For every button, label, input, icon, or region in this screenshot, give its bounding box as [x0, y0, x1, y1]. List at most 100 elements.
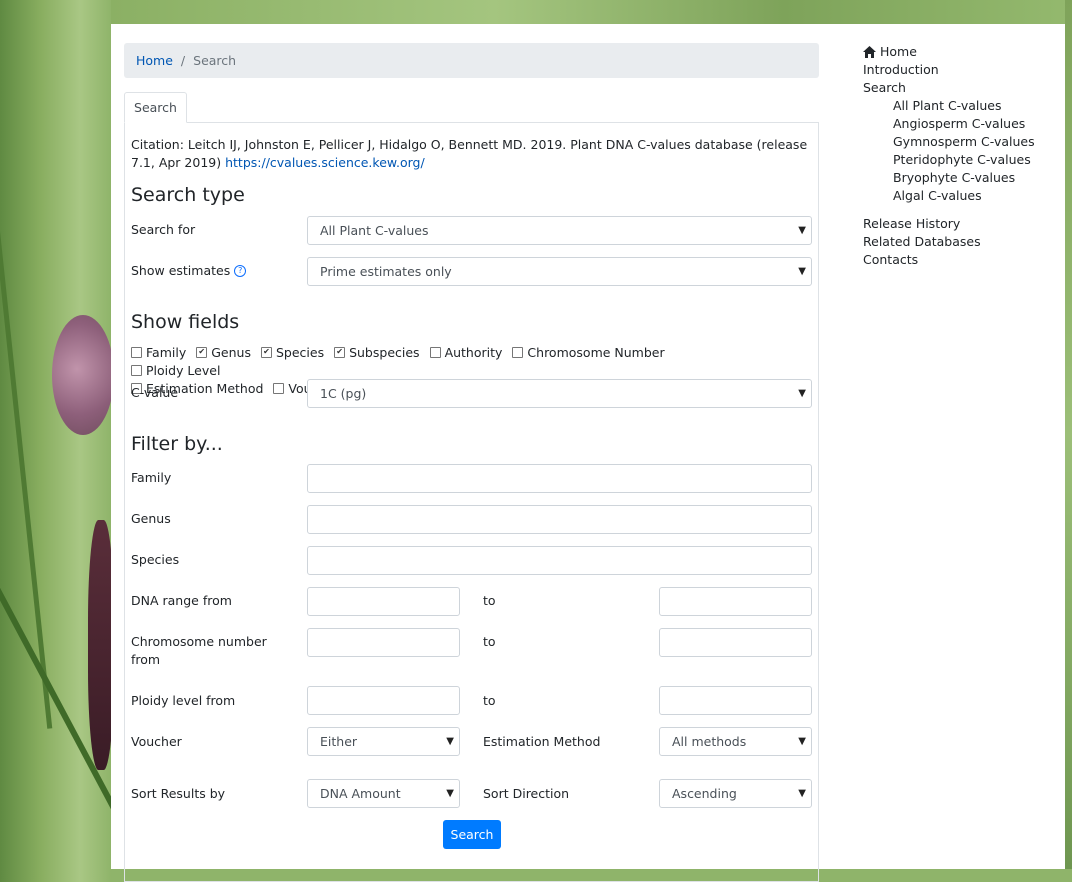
field-checkbox-item[interactable]: Ploidy Level — [131, 361, 220, 379]
show-fields-heading: Show fields — [131, 311, 240, 333]
genus-input[interactable] — [307, 505, 812, 534]
checkbox-unchecked[interactable] — [131, 346, 142, 358]
cvalue-label: C-value — [131, 385, 179, 400]
chevron-down-icon: ▼ — [446, 736, 454, 747]
sidebar-item-introduction[interactable]: Introduction — [863, 61, 1035, 79]
breadcrumb-home-link[interactable]: Home — [136, 53, 173, 68]
sidebar-item-all-plant[interactable]: All Plant C-values — [863, 97, 1035, 115]
checkbox-unchecked[interactable] — [131, 364, 142, 376]
field-checkbox-label: Chromosome Number — [527, 344, 665, 360]
family-input[interactable] — [307, 464, 812, 493]
chromosome-to-input[interactable] — [659, 628, 812, 657]
sidebar-item-search[interactable]: Search — [863, 79, 1035, 97]
cvalue-select[interactable]: 1C (pg) ▼ — [307, 379, 812, 408]
ploidy-to-input[interactable] — [659, 686, 812, 715]
sidebar-item-pteridophyte[interactable]: Pteridophyte C-values — [863, 151, 1035, 169]
field-checkbox-item[interactable]: Family — [131, 343, 186, 361]
chevron-down-icon: ▼ — [798, 736, 806, 747]
estimation-method-select[interactable]: All methods ▼ — [659, 727, 812, 756]
search-button[interactable]: Search — [443, 820, 501, 849]
checkbox-checked[interactable]: ✔ — [196, 346, 208, 358]
field-checkbox-item[interactable]: ✔ Species — [260, 343, 325, 361]
field-checkbox-label: Genus — [211, 344, 251, 360]
show-estimates-label-row: Show estimates ? — [131, 262, 247, 280]
chromosome-label: Chromosome number from — [131, 634, 267, 667]
chevron-down-icon: ▼ — [798, 788, 806, 799]
chromosome-to-label: to — [483, 634, 496, 649]
genus-label: Genus — [131, 511, 171, 526]
chevron-down-icon: ▼ — [446, 788, 454, 799]
sidebar-item-home[interactable]: Home — [863, 43, 1035, 61]
search-type-heading: Search type — [131, 184, 245, 206]
field-checkbox-label: Species — [275, 344, 325, 360]
dna-range-from-input[interactable] — [307, 587, 460, 616]
citation: Citation: Leitch IJ, Johnston E, Pellice… — [131, 136, 811, 172]
sort-results-value: DNA Amount — [320, 786, 401, 801]
dna-range-label: DNA range from — [131, 593, 232, 608]
ploidy-to-label: to — [483, 693, 496, 708]
sidebar-item-bryophyte[interactable]: Bryophyte C-values — [863, 169, 1035, 187]
search-for-value: All Plant C-values — [320, 223, 429, 238]
home-icon — [863, 46, 876, 58]
breadcrumb-current: Search — [193, 53, 237, 68]
family-label: Family — [131, 470, 172, 485]
species-label: Species — [131, 552, 180, 567]
field-checkbox-label: Authority — [444, 344, 503, 360]
estimation-method-label: Estimation Method — [483, 734, 601, 749]
voucher-select[interactable]: Either ▼ — [307, 727, 460, 756]
estimation-method-value: All methods — [672, 734, 747, 749]
background-image-top — [111, 0, 1072, 24]
ploidy-from-input[interactable] — [307, 686, 460, 715]
dna-range-to-input[interactable] — [659, 587, 812, 616]
sidebar-item-angiosperm[interactable]: Angiosperm C-values — [863, 115, 1035, 133]
sidebar-item-gymnosperm[interactable]: Gymnosperm C-values — [863, 133, 1035, 151]
sort-direction-value: Ascending — [672, 786, 737, 801]
field-checkbox-label: Ploidy Level — [146, 362, 221, 378]
chromosome-from-input[interactable] — [307, 628, 460, 657]
field-checkbox-label: Family — [146, 344, 187, 360]
search-for-select[interactable]: All Plant C-values ▼ — [307, 216, 812, 245]
sort-direction-select[interactable]: Ascending ▼ — [659, 779, 812, 808]
sidebar-item-contacts[interactable]: Contacts — [863, 251, 1035, 269]
breadcrumb: Home / Search — [124, 43, 819, 78]
chevron-down-icon: ▼ — [798, 225, 806, 236]
checkbox-unchecked[interactable] — [429, 346, 441, 358]
species-input[interactable] — [307, 546, 812, 575]
checkbox-checked[interactable]: ✔ — [334, 346, 346, 358]
show-estimates-select[interactable]: Prime estimates only ▼ — [307, 257, 812, 286]
help-icon[interactable]: ? — [234, 265, 247, 277]
chevron-down-icon: ▼ — [798, 266, 806, 277]
checkbox-unchecked[interactable] — [273, 382, 285, 394]
field-checkbox-item[interactable]: ✔ Subspecies — [334, 343, 420, 361]
citation-link[interactable]: https://cvalues.science.kew.org/ — [225, 155, 425, 170]
ploidy-label: Ploidy level from — [131, 693, 236, 708]
voucher-value: Either — [320, 734, 358, 749]
filter-heading: Filter by... — [131, 433, 223, 455]
sort-results-select[interactable]: DNA Amount ▼ — [307, 779, 460, 808]
field-checkbox-item[interactable]: Chromosome Number — [512, 343, 665, 361]
chevron-down-icon: ▼ — [798, 388, 806, 399]
background-flower — [52, 315, 114, 435]
sidebar-item-related-databases[interactable]: Related Databases — [863, 233, 1035, 251]
voucher-label: Voucher — [131, 734, 182, 749]
tab-search[interactable]: Search — [124, 92, 187, 123]
checkbox-unchecked[interactable] — [512, 346, 524, 358]
sidebar-nav: Home Introduction Search All Plant C-val… — [863, 43, 1035, 269]
sidebar-item-release-history[interactable]: Release History — [863, 215, 1035, 233]
sidebar-item-algal[interactable]: Algal C-values — [863, 187, 1035, 205]
show-estimates-value: Prime estimates only — [320, 264, 452, 279]
show-estimates-label: Show estimates — [131, 263, 231, 278]
background-image-right — [1065, 0, 1072, 869]
sidebar-home-label: Home — [880, 44, 917, 59]
page-content: Home / Search Search Citation: Leitch IJ… — [111, 24, 1065, 882]
field-checkbox-item[interactable]: ✔ Genus — [196, 343, 251, 361]
sort-direction-label: Sort Direction — [483, 786, 570, 801]
dna-range-to-label: to — [483, 593, 496, 608]
sort-results-label: Sort Results by — [131, 786, 226, 801]
breadcrumb-separator: / — [180, 53, 186, 68]
search-for-label: Search for — [131, 222, 196, 237]
field-checkbox-item[interactable]: Authority — [429, 343, 503, 361]
cvalue-value: 1C (pg) — [320, 386, 367, 401]
checkbox-checked[interactable]: ✔ — [260, 346, 272, 358]
